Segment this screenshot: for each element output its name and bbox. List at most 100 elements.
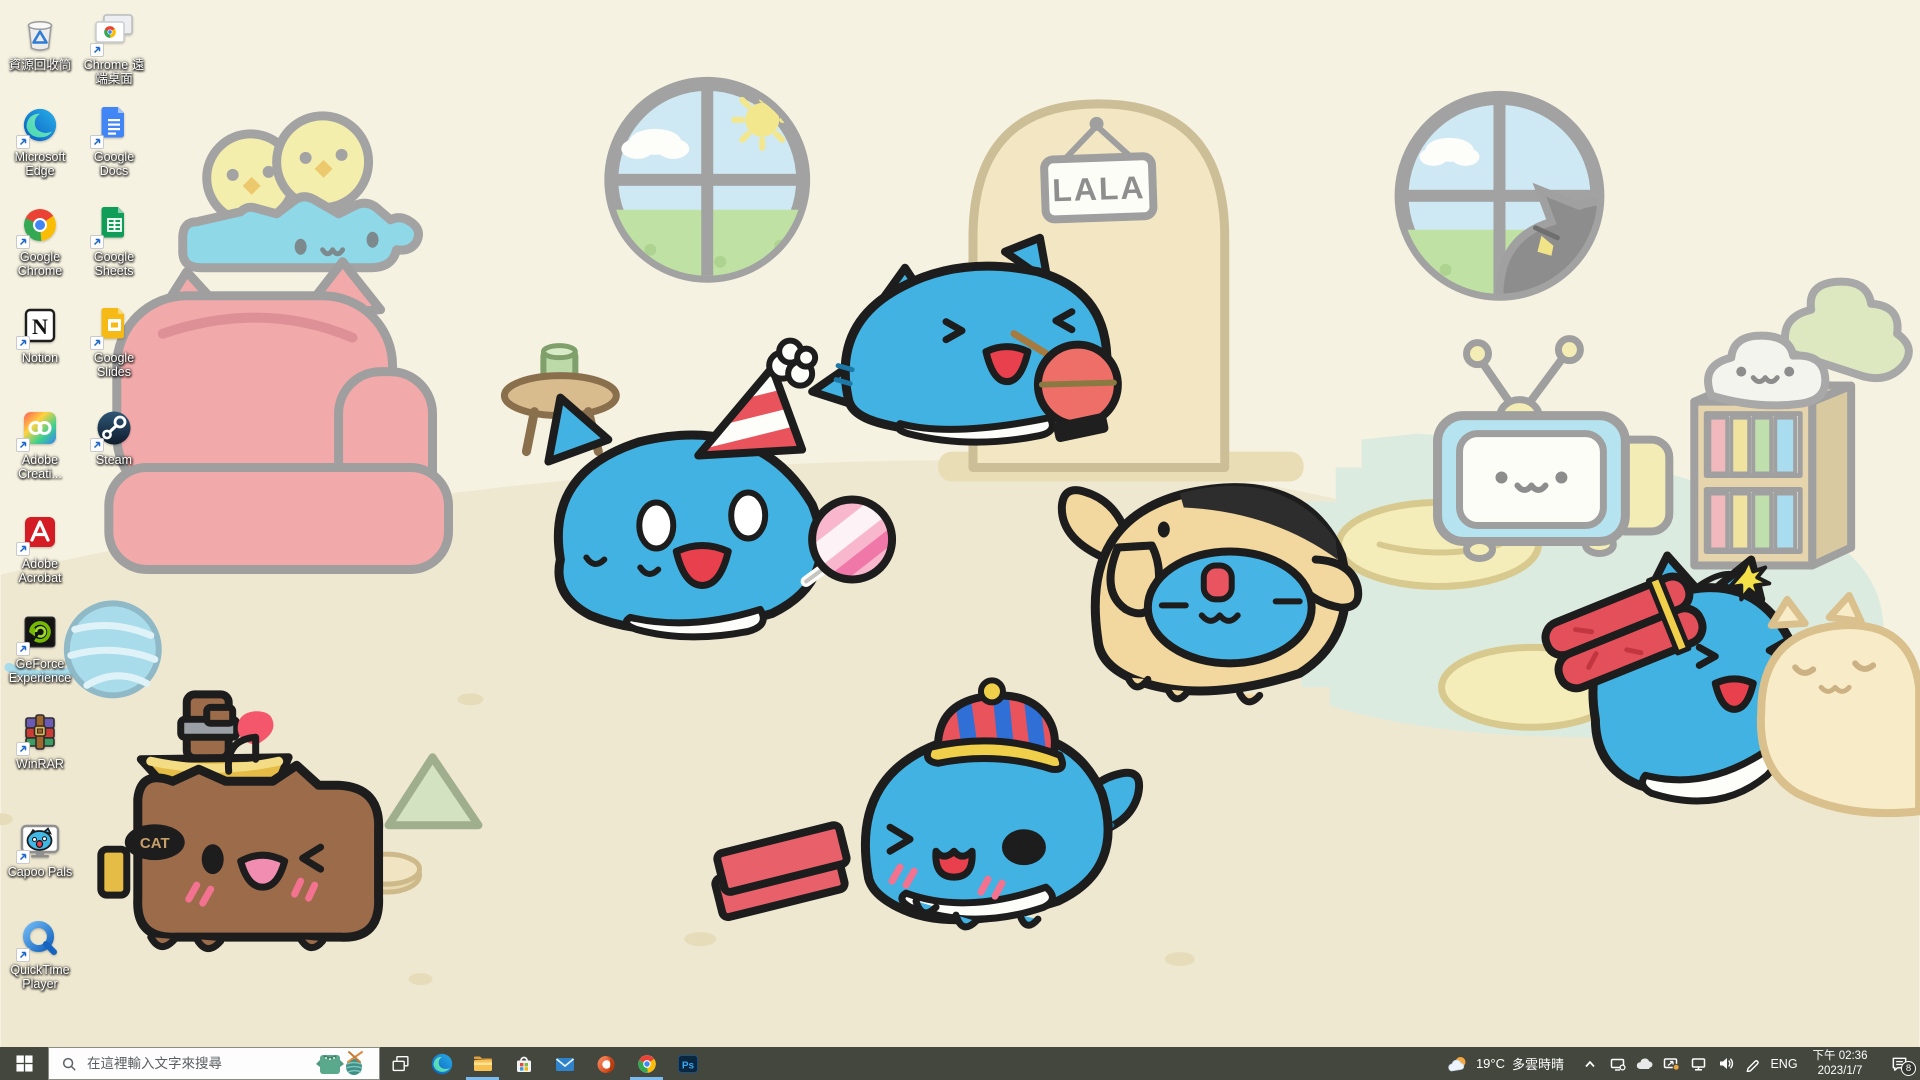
tray-screen-share-button[interactable]	[1659, 1047, 1683, 1080]
desktop-icon-chrome-remote-desktop[interactable]: Chrome 遠端桌面	[78, 10, 150, 86]
tray-onedrive-button[interactable]	[1632, 1047, 1656, 1080]
taskbar-chrome-button[interactable]	[626, 1047, 667, 1080]
edge-icon	[430, 1052, 454, 1076]
adobe-acrobat-icon	[17, 509, 63, 555]
desktop-icon-capoo-pals[interactable]: Capoo Pals	[4, 817, 76, 879]
door-sign-text: LALA	[1052, 169, 1146, 208]
chrome-remote-desktop-icon	[91, 10, 137, 56]
shortcut-arrow-icon	[16, 850, 30, 864]
taskbar: Ps 19°C 多雲時晴	[0, 1047, 1920, 1080]
search-input[interactable]	[85, 1055, 301, 1072]
shortcut-arrow-icon	[16, 642, 30, 656]
tray-network-button[interactable]	[1686, 1047, 1710, 1080]
wallpaper: LALA	[0, 0, 1920, 1047]
desktop-icon-label: Notion	[22, 351, 58, 365]
quicktime-icon	[17, 915, 63, 961]
desktop-icon-winrar[interactable]: WinRAR	[4, 709, 76, 771]
task-view-icon	[390, 1053, 412, 1075]
shortcut-arrow-icon	[90, 336, 104, 350]
weather-condition: 多雲時晴	[1512, 1054, 1564, 1073]
tray-chevron-up-button[interactable]	[1578, 1047, 1602, 1080]
taskbar-clock[interactable]: 下午 02:36 2023/1/7	[1802, 1049, 1878, 1079]
desktop-icon-google-slides[interactable]: Google Slides	[78, 303, 150, 379]
wallpaper-scene: LALA	[0, 0, 1920, 1047]
desktop-icon-label: Adobe Creati...	[4, 453, 76, 481]
action-center-button[interactable]: 8	[1878, 1047, 1920, 1080]
desktop-icon-microsoft-edge[interactable]: Microsoft Edge	[4, 102, 76, 178]
taskbar-photoshop-button[interactable]: Ps	[667, 1047, 708, 1080]
desktop-icon-google-chrome[interactable]: Google Chrome	[4, 202, 76, 278]
desktop-icon-google-sheets[interactable]: Google Sheets	[78, 202, 150, 278]
desktop-icon-label: Adobe Acrobat	[4, 557, 76, 585]
google-slides-icon	[91, 303, 137, 349]
taskbar-office-button[interactable]	[585, 1047, 626, 1080]
shortcut-arrow-icon	[16, 742, 30, 756]
desktop-icon-steam[interactable]: Steam	[78, 405, 150, 467]
desktop-icon-label: WinRAR	[16, 757, 64, 771]
desktop-icon-recycle-bin[interactable]: 資源回收筒	[4, 10, 76, 72]
winrar-icon	[17, 709, 63, 755]
desktop-icon-label: Steam	[96, 453, 132, 467]
shortcut-arrow-icon	[16, 542, 30, 556]
taskbar-store-button[interactable]	[503, 1047, 544, 1080]
search-highlight-graphic[interactable]	[309, 1049, 373, 1079]
shortcut-arrow-icon	[16, 135, 30, 149]
shortcut-arrow-icon	[90, 438, 104, 452]
desktop-icon-label: Google Sheets	[78, 250, 150, 278]
shortcut-arrow-icon	[16, 948, 30, 962]
desktop-icon-quicktime-player[interactable]: QuickTime Player	[4, 915, 76, 991]
desktop-icon-label: Google Docs	[78, 150, 150, 178]
desktop-icon-label: Google Slides	[78, 351, 150, 379]
chrome-icon	[17, 202, 63, 248]
chevron-up-icon	[1582, 1056, 1598, 1072]
windows-ink-pen-icon	[1744, 1055, 1761, 1072]
sweater-and-yarn-icon	[312, 1050, 370, 1078]
desktop-icon-notion[interactable]: N Notion	[4, 303, 76, 365]
volume-icon	[1717, 1055, 1734, 1072]
onedrive-cloud-icon	[1635, 1057, 1653, 1071]
taskbar-search-box[interactable]	[48, 1047, 380, 1080]
notification-badge: 8	[1901, 1061, 1916, 1076]
mail-icon	[553, 1052, 577, 1076]
chrome-icon	[635, 1052, 659, 1076]
system-tray	[1576, 1047, 1766, 1080]
shortcut-arrow-icon	[90, 43, 104, 57]
tray-volume-button[interactable]	[1713, 1047, 1737, 1080]
screen-share-icon	[1662, 1055, 1680, 1072]
notion-icon: N	[17, 303, 63, 349]
partly-cloudy-icon	[1447, 1054, 1469, 1074]
photoshop-icon: Ps	[676, 1052, 700, 1076]
desktop-icon-adobe-acrobat[interactable]: Adobe Acrobat	[4, 509, 76, 585]
desktop-icon-geforce-experience[interactable]: GeForce Experience	[4, 609, 76, 685]
shortcut-arrow-icon	[90, 235, 104, 249]
edge-icon	[17, 102, 63, 148]
network-icon	[1690, 1055, 1707, 1072]
tray-wireless-display-button[interactable]	[1605, 1047, 1629, 1080]
recycle-bin-icon	[17, 10, 63, 56]
wireless-display-icon	[1609, 1055, 1626, 1072]
windows-logo-icon	[16, 1055, 33, 1072]
shortcut-arrow-icon	[90, 135, 104, 149]
toaster-badge-text: CAT	[140, 835, 170, 852]
office-icon	[594, 1052, 618, 1076]
start-button[interactable]	[0, 1047, 48, 1080]
desktop-icon-adobe-creative-cloud[interactable]: Adobe Creati...	[4, 405, 76, 481]
desktop-icon-google-docs[interactable]: Google Docs	[78, 102, 150, 178]
taskbar-edge-button[interactable]	[421, 1047, 462, 1080]
search-icon	[61, 1056, 77, 1072]
taskbar-task-view-button[interactable]	[380, 1047, 421, 1080]
geforce-experience-icon	[17, 609, 63, 655]
google-sheets-icon	[91, 202, 137, 248]
svg-text:Ps: Ps	[681, 1060, 694, 1071]
desktop-icon-label: Microsoft Edge	[4, 150, 76, 178]
file-explorer-icon	[471, 1052, 495, 1076]
weather-widget[interactable]: 19°C 多雲時晴	[1435, 1054, 1576, 1074]
tray-windows-ink-button[interactable]	[1740, 1047, 1764, 1080]
taskbar-file-explorer-button[interactable]	[462, 1047, 503, 1080]
language-indicator[interactable]: ENG	[1766, 1057, 1802, 1071]
desktop-icon-label: Chrome 遠端桌面	[78, 58, 150, 86]
weather-temperature: 19°C	[1476, 1056, 1505, 1071]
taskbar-mail-button[interactable]	[544, 1047, 585, 1080]
taskbar-right-cluster: 19°C 多雲時晴	[1435, 1047, 1920, 1080]
clock-date: 2023/1/7	[1804, 1064, 1876, 1079]
